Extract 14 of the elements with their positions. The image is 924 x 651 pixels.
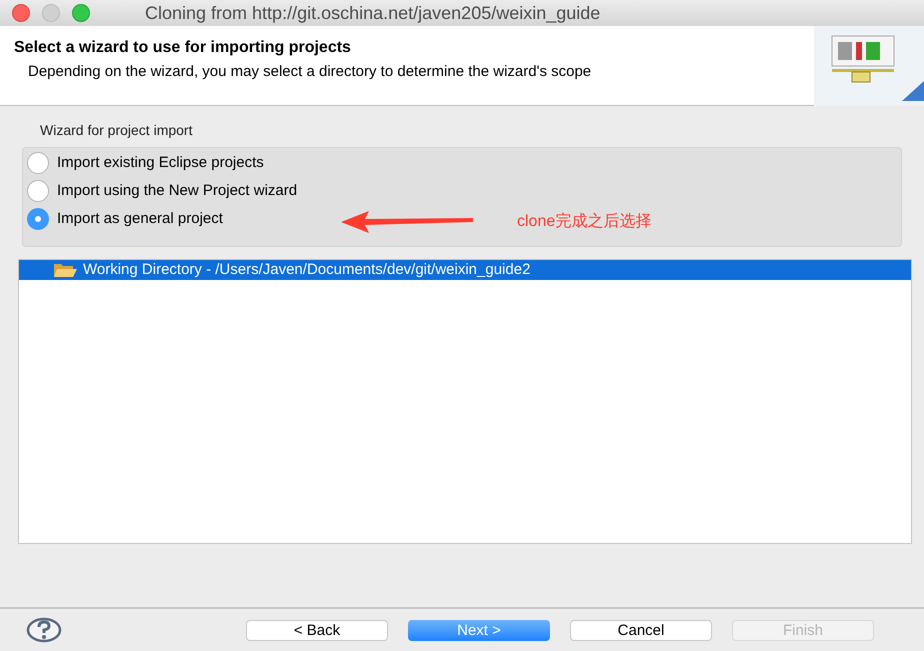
- tree-item[interactable]: Working Directory - /Users/Javen/Documents/dev/git/weixin_guide2: [19, 260, 911, 280]
- zoom-button[interactable]: [72, 4, 90, 22]
- group-label: Wizard for project import: [39, 121, 194, 140]
- annotation-text: clone完成之后选择: [517, 212, 652, 232]
- dialog-button[interactable]: < Back: [246, 620, 388, 640]
- dialog-button[interactable]: Cancel: [570, 620, 712, 640]
- radio-option[interactable]: Import existing Eclipse projects: [27, 152, 897, 174]
- radio-option[interactable]: Import using the New Project wizard: [27, 180, 897, 202]
- help-icon[interactable]: [26, 617, 62, 643]
- header-title: Select a wizard to use for importing projects: [14, 38, 352, 58]
- close-button[interactable]: [12, 4, 30, 22]
- header-description: Depending on the wizard, you may select a directory to determine the wizard's scope: [27, 64, 592, 80]
- folder-icon: [53, 262, 77, 278]
- window-title: Cloning from http://git.oschina.net/javen205/weixin_guide: [145, 2, 600, 25]
